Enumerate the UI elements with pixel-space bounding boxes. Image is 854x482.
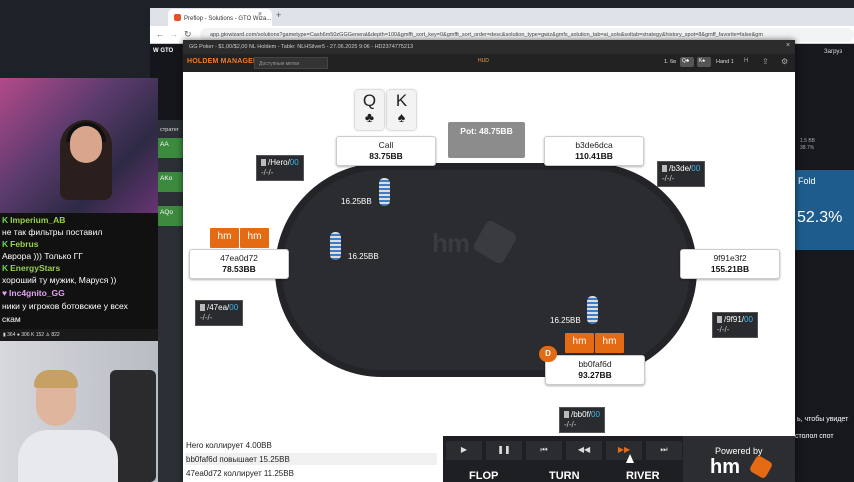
hud-player-icon	[261, 159, 266, 166]
hud-hero[interactable]: /Hero/00 -/-/-	[256, 155, 304, 181]
gto-hint-text: ь, чтобы увидет	[797, 416, 849, 423]
hud-player-icon	[200, 304, 205, 311]
back-arrow-icon[interactable]: ←	[156, 30, 164, 39]
export-icon[interactable]: ⇪	[762, 57, 769, 66]
bet-47ea: 16.25BB	[348, 252, 379, 261]
hud-player-icon	[662, 165, 667, 172]
pause-button[interactable]: ❚❚	[486, 441, 522, 460]
history-button[interactable]: H	[744, 58, 748, 64]
chat-line: K Imperium_AB	[2, 215, 66, 225]
hole-card-queen-clubs: Q ♣	[355, 90, 384, 130]
hm-tag-bb0f-2: hm	[595, 333, 624, 353]
hm-tag-47ea-2: hm	[240, 228, 269, 248]
hm-brand-logo: HOLDEM MANAGER	[187, 58, 259, 65]
first-button[interactable]: ⏮	[526, 441, 562, 460]
chat-line: K EnergyStars	[2, 263, 61, 273]
reload-icon[interactable]: ↻	[184, 29, 192, 40]
gear-icon[interactable]: ⚙	[781, 57, 788, 66]
powered-by-text: Powered by	[715, 446, 763, 456]
strategy-cell-aa[interactable]: AA	[158, 138, 184, 158]
window-close-icon[interactable]: ×	[786, 42, 790, 49]
chat-line: ники у игроков ботовские у всех	[2, 301, 128, 311]
chip-stack-bb0f	[587, 296, 598, 324]
player-body	[18, 430, 118, 482]
step-forward-button[interactable]: ▶▶	[606, 441, 642, 460]
heart-badge-icon: ♥	[2, 288, 8, 298]
seat-hero[interactable]: Call 83.75BB	[336, 136, 436, 166]
hm-tag-47ea-1: hm	[210, 228, 239, 248]
log-line: 47ea0d72 коллирует 11.25BB	[185, 467, 437, 479]
forward-arrow-icon[interactable]: →	[170, 30, 178, 39]
notes-input[interactable]: Доступные метки	[254, 57, 328, 69]
step-back-button[interactable]: ◀◀	[566, 441, 602, 460]
chat-line: K Februs	[2, 239, 39, 249]
powered-logo: hm	[710, 456, 740, 478]
hud-player-icon	[717, 316, 722, 323]
chat-line: ♥ Inc4gnito_GG	[2, 288, 65, 298]
chat-line: хороший ту мужик, Маруся ))	[2, 275, 117, 285]
log-line: bb0faf6d повышает 15.25BB	[185, 453, 437, 465]
player-hair	[34, 370, 78, 388]
stat-pct: 38.7%	[800, 145, 815, 151]
street-turn-button[interactable]: TURN	[549, 470, 580, 482]
stat-bb: 1.5 BB	[800, 138, 816, 144]
log-line: Неrо коллирует 4.00BB	[185, 439, 437, 451]
hm-title-bar: GG Poker - $1,00/$2,00 NL Holdem - Table…	[183, 40, 795, 54]
fold-label: Fold	[798, 176, 816, 186]
street-river-button[interactable]: RIVER	[626, 470, 660, 482]
tab-close-icon[interactable]: ×	[258, 11, 262, 18]
k-toggle-button[interactable]: K♠	[697, 57, 711, 67]
seat-9f91[interactable]: 9f91e3f2 155.21BB	[680, 249, 780, 279]
hand-count: 1. 6в	[664, 59, 677, 65]
play-button[interactable]: ▶	[446, 441, 482, 460]
street-flop-button[interactable]: FLOP	[469, 470, 498, 482]
bet-bb0f: 16.25BB	[550, 316, 581, 325]
hand-label: Hand 1	[716, 59, 734, 65]
kick-badge-icon: K	[2, 263, 9, 273]
strategy-label: стратег	[160, 127, 179, 133]
hud-bb0f[interactable]: /bb0f/00 -/-/-	[559, 407, 605, 433]
gto-favicon-icon	[174, 14, 181, 21]
hud-toggle[interactable]: HUD	[478, 58, 489, 64]
user-menu[interactable]: Загруз	[824, 49, 842, 55]
stream-stats-bar: ▮ 364 ● 306 K 152 ♙ 822	[0, 329, 158, 341]
strategy-cell-ako[interactable]: AKo	[158, 172, 184, 192]
cards-toggle-button[interactable]: Q♣	[680, 57, 694, 67]
chip-stack-47ea	[330, 232, 341, 260]
dealer-button: D	[539, 346, 557, 362]
bet-hero: 16.25BB	[341, 197, 372, 206]
strategy-cell-aqo[interactable]: AQo	[158, 206, 184, 226]
stream-chat: K Imperium_AB не так фильтры поставил K Fe…	[0, 213, 158, 341]
chat-line: скам	[2, 314, 21, 324]
hud-player-icon	[564, 411, 569, 418]
last-button[interactable]: ⏭	[646, 441, 682, 460]
table-logo: hm	[432, 228, 470, 258]
pot-display: Pot: 48.75BB	[448, 122, 525, 158]
seat-b3de[interactable]: b3de6dca 110.41BB	[544, 136, 644, 166]
new-tab-button[interactable]: +	[276, 10, 281, 20]
fold-percent: 52.3%	[797, 209, 843, 226]
seat-47ea[interactable]: 47ea0d72 78.53BB	[189, 249, 289, 279]
chat-line: не так фильтры поставил	[2, 227, 103, 237]
gto-hint-text-2: столол спот	[795, 433, 834, 440]
chat-line: Аврора ))) Только ГГ	[2, 251, 83, 261]
gto-logo: W GTO	[153, 48, 174, 54]
browser-tab[interactable]: Preflop - Solutions - GTO Wiza...	[168, 9, 272, 26]
hole-card-king-spades: K ♠	[387, 90, 416, 130]
kick-badge-icon: K	[2, 239, 9, 249]
hud-b3de[interactable]: /b3de/00 -/-/-	[657, 161, 706, 187]
seat-bb0f[interactable]: bb0faf6d 93.27BB	[545, 355, 645, 385]
mouse-cursor-icon	[626, 454, 634, 463]
kick-badge-icon: K	[2, 215, 9, 225]
hm-tag-bb0f-1: hm	[565, 333, 594, 353]
hud-9f91[interactable]: /9f91/00 -/-/-	[712, 312, 758, 338]
hud-47ea[interactable]: /47ea/00 -/-/-	[195, 300, 244, 326]
chip-stack-hero	[379, 178, 390, 206]
